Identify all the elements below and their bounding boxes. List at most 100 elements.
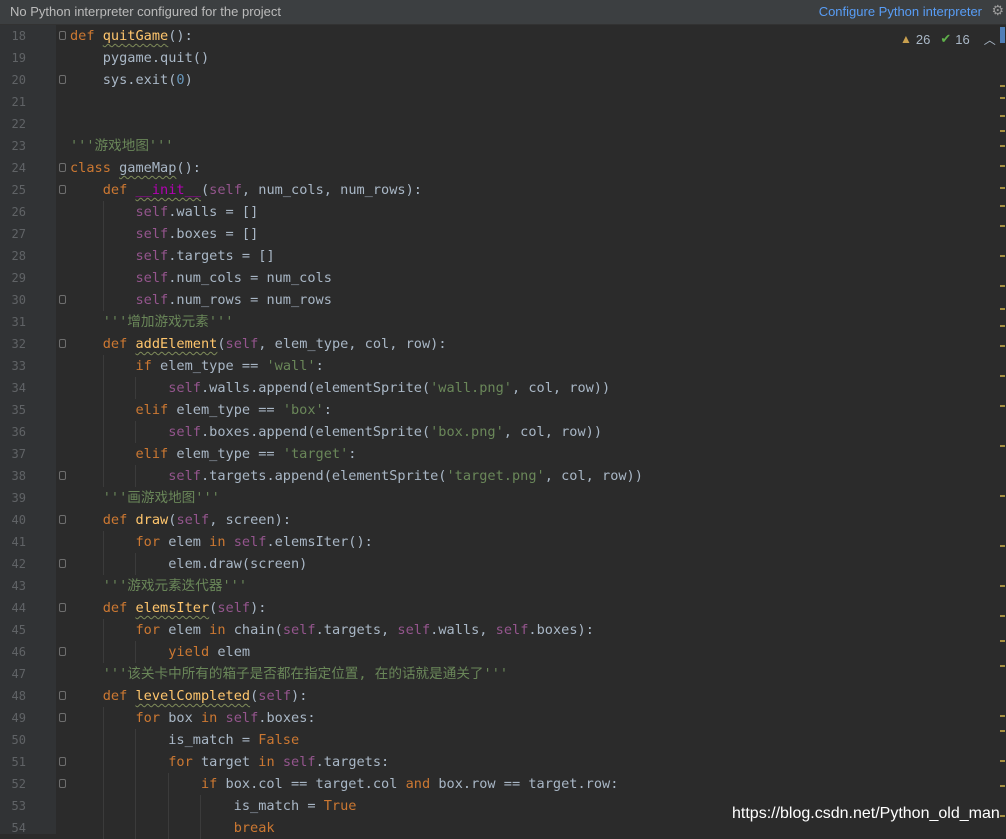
fold-marker-icon[interactable] <box>59 757 66 766</box>
fold-marker-icon[interactable] <box>59 75 66 84</box>
code-line[interactable]: 30 self.num_rows = num_rows <box>0 289 1000 311</box>
code-text: elem.draw(screen) <box>70 553 307 575</box>
code-token: draw <box>135 512 169 528</box>
stripe-mark[interactable] <box>1000 85 1005 87</box>
stripe-mark[interactable] <box>1000 375 1005 377</box>
stripe-mark[interactable] <box>1000 225 1005 227</box>
code-line[interactable]: 36 self.boxes.append(elementSprite('box.… <box>0 421 1000 443</box>
fold-marker-icon[interactable] <box>59 603 66 612</box>
code-line[interactable]: 25 def __init__(self, num_cols, num_rows… <box>0 179 1000 201</box>
stripe-mark[interactable] <box>1000 187 1005 189</box>
warning-count: 26 <box>915 31 931 47</box>
code-token: (): <box>176 160 201 176</box>
fold-marker-icon[interactable] <box>59 691 66 700</box>
code-token: .walls, <box>430 622 496 638</box>
code-line[interactable]: 38 self.targets.append(elementSprite('ta… <box>0 465 1000 487</box>
code-text: '''增加游戏元素''' <box>70 311 234 333</box>
code-token: elemsIter <box>135 600 210 616</box>
code-line[interactable]: 48 def levelCompleted(self): <box>0 685 1000 707</box>
stripe-mark[interactable] <box>1000 640 1005 642</box>
code-line[interactable]: 46 yield elem <box>0 641 1000 663</box>
code-text: '''画游戏地图''' <box>70 487 220 509</box>
fold-marker-icon[interactable] <box>59 471 66 480</box>
code-token: '''增加游戏元素''' <box>102 314 234 330</box>
code-line[interactable]: 49 for box in self.boxes: <box>0 707 1000 729</box>
stripe-mark[interactable] <box>1000 345 1005 347</box>
code-line[interactable]: 28 self.targets = [] <box>0 245 1000 267</box>
stripe-mark[interactable] <box>1000 165 1005 167</box>
stripe-mark[interactable] <box>1000 495 1005 497</box>
stripe-mark[interactable] <box>1000 615 1005 617</box>
code-line[interactable]: 47 '''该关卡中所有的箱子是否都在指定位置, 在的话就是通关了''' <box>0 663 1000 685</box>
stripe-mark[interactable] <box>1000 785 1005 787</box>
code-line[interactable]: 34 self.walls.append(elementSprite('wall… <box>0 377 1000 399</box>
code-line[interactable]: 35 elif elem_type == 'box': <box>0 399 1000 421</box>
code-line[interactable]: 41 for elem in self.elemsIter(): <box>0 531 1000 553</box>
code-line[interactable]: 19 pygame.quit() <box>0 47 1000 69</box>
fold-marker-icon[interactable] <box>59 779 66 788</box>
code-token: target <box>200 754 259 770</box>
stripe-mark[interactable] <box>1000 205 1005 207</box>
code-line[interactable]: 18 def quitGame(): <box>0 25 1000 47</box>
fold-marker-icon[interactable] <box>59 647 66 656</box>
stripe-mark[interactable] <box>1000 130 1005 132</box>
fold-marker-icon[interactable] <box>59 713 66 722</box>
stripe-mark[interactable] <box>1000 445 1005 447</box>
stripe-mark[interactable] <box>1000 97 1005 99</box>
stripe-mark[interactable] <box>1000 308 1005 310</box>
code-line[interactable]: 24 class gameMap(): <box>0 157 1000 179</box>
fold-marker-icon[interactable] <box>59 515 66 524</box>
code-line[interactable]: 39 '''画游戏地图''' <box>0 487 1000 509</box>
configure-interpreter-link[interactable]: Configure Python interpreter <box>819 4 982 19</box>
chevron-up-icon[interactable]: ︿ <box>984 31 996 48</box>
code-line[interactable]: 51 for target in self.targets: <box>0 751 1000 773</box>
code-token: self <box>397 622 431 638</box>
stripe-mark[interactable] <box>1000 815 1005 817</box>
code-line[interactable]: 31 '''增加游戏元素''' <box>0 311 1000 333</box>
code-line[interactable]: 45 for elem in chain(self.targets, self.… <box>0 619 1000 641</box>
line-number: 25 <box>11 183 26 197</box>
gear-icon[interactable]: ⚙ <box>991 2 1004 19</box>
code-line[interactable]: 21 <box>0 91 1000 113</box>
code-line[interactable]: 22 <box>0 113 1000 135</box>
stripe-mark[interactable] <box>1000 715 1005 717</box>
fold-marker-icon[interactable] <box>59 559 66 568</box>
code-line[interactable]: 52 if box.col == target.col and box.row … <box>0 773 1000 795</box>
stripe-mark[interactable] <box>1000 285 1005 287</box>
stripe-mark[interactable] <box>1000 325 1005 327</box>
code-token: box.col == target.col <box>225 776 406 792</box>
fold-marker-icon[interactable] <box>59 163 66 172</box>
code-line[interactable]: 44 def elemsIter(self): <box>0 597 1000 619</box>
code-line[interactable]: 37 elif elem_type == 'target': <box>0 443 1000 465</box>
error-stripe[interactable] <box>1000 25 1006 825</box>
stripe-mark[interactable] <box>1000 665 1005 667</box>
code-line[interactable]: 40 def draw(self, screen): <box>0 509 1000 531</box>
stripe-mark[interactable] <box>1000 585 1005 587</box>
code-token: self <box>282 622 316 638</box>
stripe-mark[interactable] <box>1000 27 1005 43</box>
stripe-mark[interactable] <box>1000 145 1005 147</box>
code-line[interactable]: 23 '''游戏地图''' <box>0 135 1000 157</box>
stripe-mark[interactable] <box>1000 405 1005 407</box>
code-line[interactable]: 50 is_match = False <box>0 729 1000 751</box>
code-line[interactable]: 27 self.boxes = [] <box>0 223 1000 245</box>
fold-marker-icon[interactable] <box>59 339 66 348</box>
stripe-mark[interactable] <box>1000 255 1005 257</box>
stripe-mark[interactable] <box>1000 730 1005 732</box>
inspection-widget[interactable]: ▲ 26 ✔ 16 ︿ <box>900 30 996 48</box>
fold-marker-icon[interactable] <box>59 185 66 194</box>
code-line[interactable]: 33 if elem_type == 'wall': <box>0 355 1000 377</box>
stripe-mark[interactable] <box>1000 760 1005 762</box>
stripe-mark[interactable] <box>1000 545 1005 547</box>
code-line[interactable]: 32 def addElement(self, elem_type, col, … <box>0 333 1000 355</box>
code-editor[interactable]: 18 def quitGame(): 19 pygame.quit() 20 sys.… <box>0 25 1006 839</box>
fold-marker-icon[interactable] <box>59 295 66 304</box>
stripe-mark[interactable] <box>1000 115 1005 117</box>
code-line[interactable]: 26 self.walls = [] <box>0 201 1000 223</box>
code-line[interactable]: 42 elem.draw(screen) <box>0 553 1000 575</box>
fold-marker-icon[interactable] <box>59 31 66 40</box>
code-line[interactable]: 20 sys.exit(0) <box>0 69 1000 91</box>
code-line[interactable]: 29 self.num_cols = num_cols <box>0 267 1000 289</box>
code-line[interactable]: 43 '''游戏元素迭代器''' <box>0 575 1000 597</box>
